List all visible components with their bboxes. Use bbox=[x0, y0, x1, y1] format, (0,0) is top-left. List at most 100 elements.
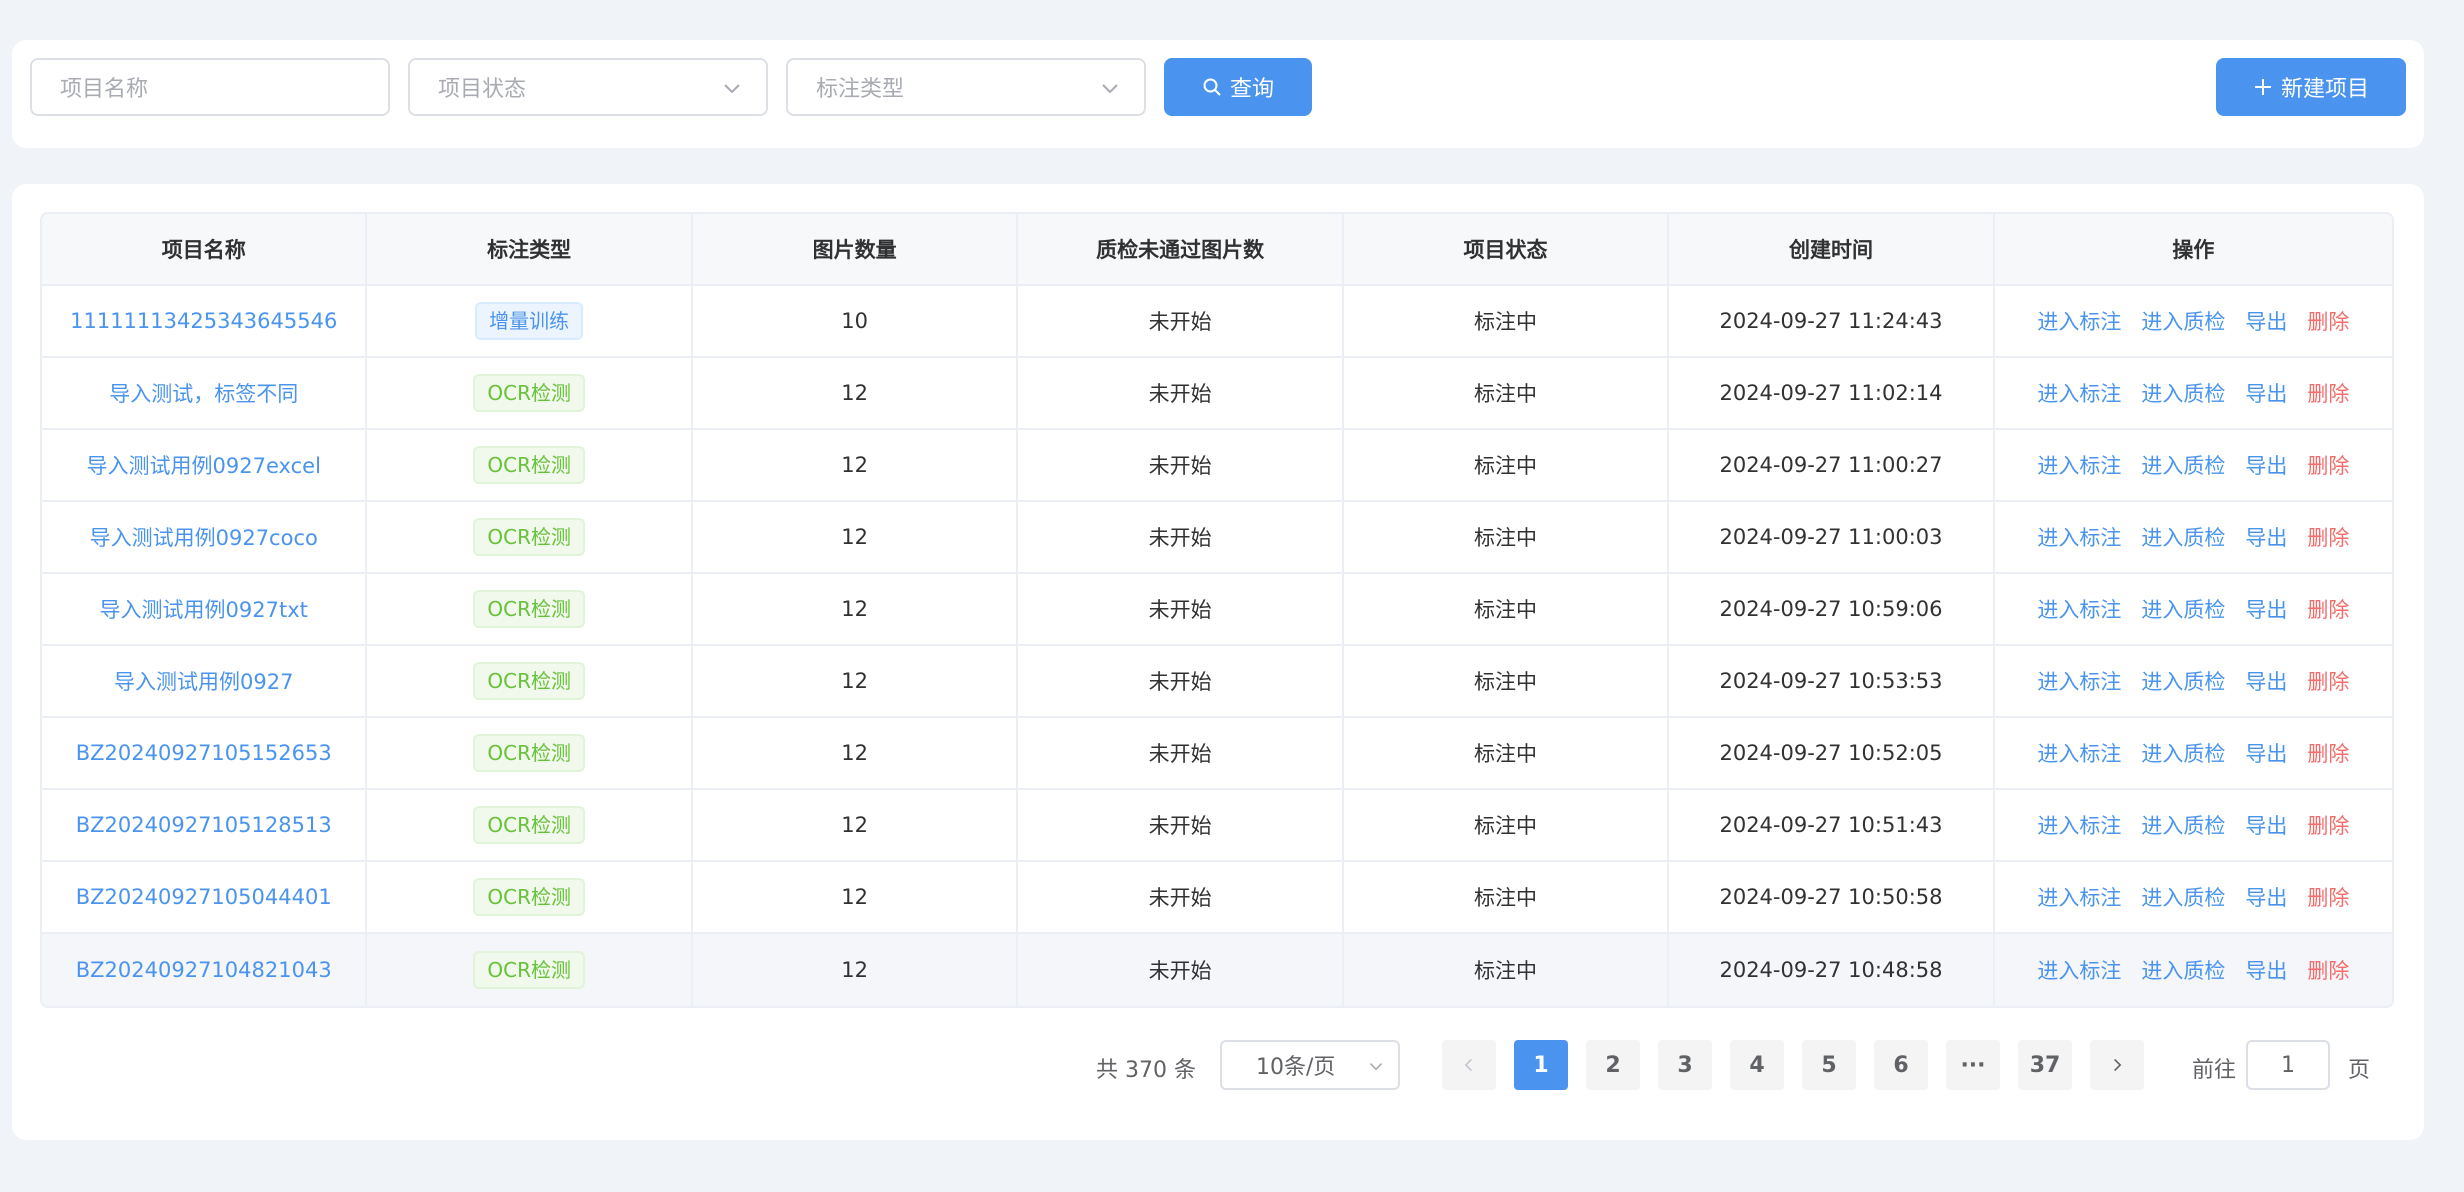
table-row: 导入测试，标签不同 OCR检测 12 未开始 标注中 2024-09-27 11… bbox=[42, 358, 2392, 430]
annotate-link[interactable]: 进入标注 bbox=[2037, 594, 2121, 624]
project-name-input[interactable]: 项目名称 bbox=[30, 58, 390, 116]
quality-check-link[interactable]: 进入质检 bbox=[2141, 882, 2225, 912]
chevron-down-icon bbox=[724, 84, 740, 94]
actions-cell: 进入标注 进入质检 导出 删除 bbox=[1995, 502, 2392, 572]
page-3-button[interactable]: 3 bbox=[1658, 1040, 1712, 1090]
quality-check-link[interactable]: 进入质检 bbox=[2141, 306, 2225, 336]
goto-page-input[interactable]: 1 bbox=[2246, 1040, 2330, 1090]
export-link[interactable]: 导出 bbox=[2245, 738, 2287, 768]
actions-cell: 进入标注 进入质检 导出 删除 bbox=[1995, 358, 2392, 428]
annotate-link[interactable]: 进入标注 bbox=[2037, 306, 2121, 336]
page-4-button[interactable]: 4 bbox=[1730, 1040, 1784, 1090]
plus-icon bbox=[2254, 79, 2271, 95]
new-project-button[interactable]: 新建项目 bbox=[2216, 58, 2406, 116]
export-link[interactable]: 导出 bbox=[2245, 594, 2287, 624]
quality-check-link[interactable]: 进入质检 bbox=[2141, 955, 2225, 985]
project-status-cell: 标注中 bbox=[1344, 358, 1670, 428]
delete-link[interactable]: 删除 bbox=[2307, 738, 2349, 768]
delete-link[interactable]: 删除 bbox=[2307, 378, 2349, 408]
delete-link[interactable]: 删除 bbox=[2307, 306, 2349, 336]
annotation-type-tag: OCR检测 bbox=[473, 951, 585, 989]
delete-link[interactable]: 删除 bbox=[2307, 522, 2349, 552]
project-status-select[interactable]: 项目状态 bbox=[408, 58, 768, 116]
export-link[interactable]: 导出 bbox=[2245, 955, 2287, 985]
search-icon bbox=[1203, 78, 1221, 96]
project-name-link[interactable]: BZ20240927105152653 bbox=[76, 741, 332, 765]
qc-failed-cell: 未开始 bbox=[1018, 718, 1344, 788]
page-1-button[interactable]: 1 bbox=[1514, 1040, 1568, 1090]
quality-check-link[interactable]: 进入质检 bbox=[2141, 522, 2225, 552]
annotate-link[interactable]: 进入标注 bbox=[2037, 666, 2121, 696]
project-name-cell: 导入测试，标签不同 bbox=[42, 358, 368, 428]
annotate-link[interactable]: 进入标注 bbox=[2037, 522, 2121, 552]
annotation-type-tag: OCR检测 bbox=[473, 734, 585, 772]
table-row: BZ20240927105152653 OCR检测 12 未开始 标注中 202… bbox=[42, 718, 2392, 790]
more-pages-button[interactable]: ··· bbox=[1946, 1040, 2000, 1090]
quality-check-link[interactable]: 进入质检 bbox=[2141, 810, 2225, 840]
quality-check-link[interactable]: 进入质检 bbox=[2141, 378, 2225, 408]
project-name-link[interactable]: BZ20240927104821043 bbox=[76, 958, 332, 982]
project-name-link[interactable]: 导入测试用例0927excel bbox=[87, 450, 321, 480]
annotation-type-cell: OCR检测 bbox=[367, 358, 693, 428]
project-name-cell: 1111111342534364​5546 bbox=[42, 286, 368, 356]
page-5-button[interactable]: 5 bbox=[1802, 1040, 1856, 1090]
annotation-type-tag: OCR检测 bbox=[473, 518, 585, 556]
export-link[interactable]: 导出 bbox=[2245, 882, 2287, 912]
project-status-cell: 标注中 bbox=[1344, 430, 1670, 500]
qc-failed-cell: 未开始 bbox=[1018, 646, 1344, 716]
delete-link[interactable]: 删除 bbox=[2307, 955, 2349, 985]
project-name-cell: BZ20240927105152653 bbox=[42, 718, 368, 788]
quality-check-link[interactable]: 进入质检 bbox=[2141, 594, 2225, 624]
delete-link[interactable]: 删除 bbox=[2307, 882, 2349, 912]
project-name-link[interactable]: 导入测试用例0927coco bbox=[90, 522, 318, 552]
qc-failed-cell: 未开始 bbox=[1018, 790, 1344, 860]
project-name-link[interactable]: 导入测试用例0927 bbox=[114, 666, 293, 696]
page-37-button[interactable]: 37 bbox=[2018, 1040, 2072, 1090]
qc-failed-cell: 未开始 bbox=[1018, 430, 1344, 500]
delete-link[interactable]: 删除 bbox=[2307, 810, 2349, 840]
project-name-link[interactable]: BZ20240927105044401 bbox=[76, 885, 332, 909]
actions-cell: 进入标注 进入质检 导出 删除 bbox=[1995, 862, 2392, 932]
table-body: 1111111342534364​5546 增量训练 10 未开始 标注中 20… bbox=[42, 286, 2392, 1006]
project-name-link[interactable]: 导入测试，标签不同 bbox=[109, 378, 298, 408]
quality-check-link[interactable]: 进入质检 bbox=[2141, 450, 2225, 480]
header-image-count: 图片数量 bbox=[693, 214, 1019, 284]
page-6-button[interactable]: 6 bbox=[1874, 1040, 1928, 1090]
project-name-link[interactable]: BZ20240927105128513 bbox=[76, 813, 332, 837]
project-name-link[interactable]: 1111111342534364​5546 bbox=[70, 309, 337, 333]
quality-check-link[interactable]: 进入质检 bbox=[2141, 666, 2225, 696]
project-name-link[interactable]: 导入测试用例0927txt bbox=[100, 594, 308, 624]
export-link[interactable]: 导出 bbox=[2245, 522, 2287, 552]
export-link[interactable]: 导出 bbox=[2245, 810, 2287, 840]
delete-link[interactable]: 删除 bbox=[2307, 594, 2349, 624]
search-button[interactable]: 查询 bbox=[1164, 58, 1312, 116]
prev-page-button[interactable] bbox=[1442, 1040, 1496, 1090]
annotate-link[interactable]: 进入标注 bbox=[2037, 738, 2121, 768]
annotate-link[interactable]: 进入标注 bbox=[2037, 810, 2121, 840]
annotate-link[interactable]: 进入标注 bbox=[2037, 955, 2121, 985]
next-page-button[interactable] bbox=[2090, 1040, 2144, 1090]
annotate-link[interactable]: 进入标注 bbox=[2037, 378, 2121, 408]
page-2-button[interactable]: 2 bbox=[1586, 1040, 1640, 1090]
page-size-select[interactable]: 10条/页 bbox=[1220, 1040, 1400, 1090]
image-count-cell: 12 bbox=[693, 790, 1019, 860]
created-time-cell: 2024-09-27 10:59:06 bbox=[1669, 574, 1995, 644]
export-link[interactable]: 导出 bbox=[2245, 666, 2287, 696]
export-link[interactable]: 导出 bbox=[2245, 306, 2287, 336]
project-name-cell: 导入测试用例0927coco bbox=[42, 502, 368, 572]
project-status-cell: 标注中 bbox=[1344, 502, 1670, 572]
annotate-link[interactable]: 进入标注 bbox=[2037, 882, 2121, 912]
quality-check-link[interactable]: 进入质检 bbox=[2141, 738, 2225, 768]
annotation-type-select[interactable]: 标注类型 bbox=[786, 58, 1146, 116]
goto-page-value: 1 bbox=[2281, 1052, 2295, 1078]
header-actions: 操作 bbox=[2172, 238, 2215, 262]
header-qc-failed: 质检未通过图片数 bbox=[1018, 214, 1344, 284]
table-row: BZ20240927105044401 OCR检测 12 未开始 标注中 202… bbox=[42, 862, 2392, 934]
delete-link[interactable]: 删除 bbox=[2307, 666, 2349, 696]
filter-bar: 项目名称 项目状态 标注类型 查询 新建项目 bbox=[12, 40, 2424, 148]
export-link[interactable]: 导出 bbox=[2245, 450, 2287, 480]
export-link[interactable]: 导出 bbox=[2245, 378, 2287, 408]
delete-link[interactable]: 删除 bbox=[2307, 450, 2349, 480]
annotate-link[interactable]: 进入标注 bbox=[2037, 450, 2121, 480]
chevron-down-icon bbox=[1102, 84, 1118, 94]
